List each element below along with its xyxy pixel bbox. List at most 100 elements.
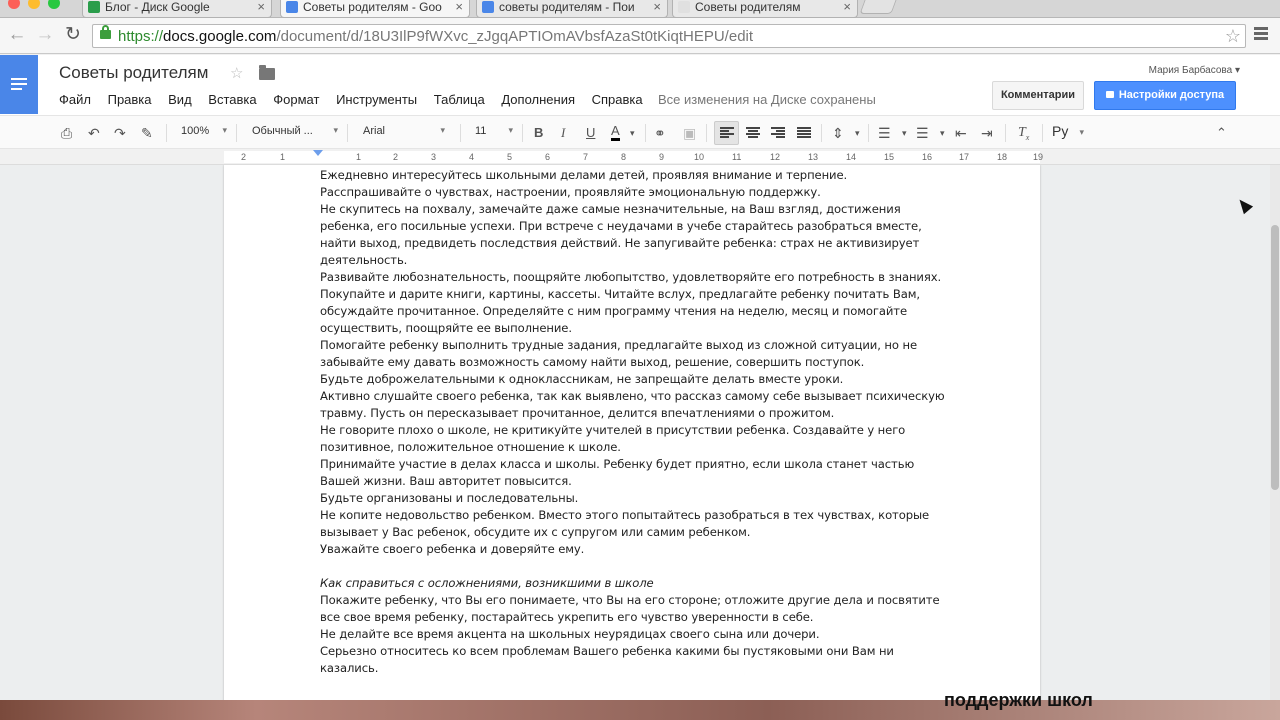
menu-format[interactable]: Формат [273, 92, 319, 107]
document-page[interactable]: Ежедневно интересуйтесь школьными делами… [224, 165, 1040, 720]
chevron-down-icon: ▾ [222, 125, 227, 135]
italic-icon[interactable]: I [561, 124, 565, 142]
paint-format-icon[interactable]: ✎ [141, 124, 153, 142]
browser-menu-icon[interactable] [1254, 27, 1268, 42]
bold-icon[interactable]: B [534, 124, 543, 142]
chevron-down-icon: ▾ [1079, 127, 1084, 137]
paragraph[interactable]: Расспрашивайте о чувствах, настроении, п… [320, 184, 950, 201]
close-tab-icon[interactable]: × [257, 0, 265, 14]
print-icon[interactable]: ⎙ [61, 124, 72, 142]
font-select[interactable]: Arial ▾ [363, 125, 445, 137]
chevron-down-icon[interactable]: ▾ [855, 124, 860, 142]
menu-tools[interactable]: Инструменты [336, 92, 417, 107]
menu-addons[interactable]: Дополнения [501, 92, 575, 107]
decrease-indent-icon[interactable]: ⇤ [955, 124, 967, 142]
font-size-select[interactable]: 11 ▾ [475, 125, 513, 137]
paragraph[interactable]: Будьте организованы и последовательны. [320, 490, 950, 507]
paragraph[interactable]: Будьте доброжелательными к одноклассника… [320, 371, 950, 388]
bulleted-list-icon[interactable]: ☰ [916, 124, 929, 142]
ruler-tick: 2 [393, 152, 399, 162]
chevron-down-icon[interactable]: ▾ [902, 124, 907, 142]
new-tab-button[interactable] [859, 0, 897, 14]
paragraph[interactable]: Помогайте ребенку выполнить трудные зада… [320, 337, 950, 371]
numbered-list-icon[interactable]: ☰ [878, 124, 891, 142]
chevron-down-icon: ▾ [440, 125, 445, 135]
share-button[interactable]: Настройки доступа [1094, 81, 1236, 110]
divider [522, 124, 523, 142]
paragraph[interactable]: Не делайте все время акцента на школьных… [320, 626, 950, 643]
paragraph[interactable]: Не копите недовольство ребенком. Вместо … [320, 507, 950, 541]
align-right-icon[interactable] [771, 127, 785, 138]
paragraph[interactable]: Развивайте любознательность, поощряйте л… [320, 269, 950, 286]
comment-icon[interactable]: ▣ [683, 124, 696, 142]
reload-icon[interactable]: ↻ [62, 24, 84, 46]
url-text[interactable]: https://docs.google.com/document/d/18U3I… [118, 28, 753, 45]
align-center-icon[interactable] [746, 127, 760, 138]
divider [347, 124, 348, 142]
paragraph[interactable]: Уважайте своего ребенка и доверяйте ему. [320, 541, 950, 558]
vertical-scrollbar[interactable] [1270, 165, 1280, 720]
menu-help[interactable]: Справка [592, 92, 643, 107]
document-body[interactable]: Ежедневно интересуйтесь школьными делами… [320, 167, 950, 677]
paragraph[interactable]: Принимайте участие в делах класса и школ… [320, 456, 950, 490]
close-tab-icon[interactable]: × [455, 0, 463, 14]
empty-line[interactable] [320, 558, 950, 575]
ruler-tick: 13 [808, 152, 819, 162]
menu-insert[interactable]: Вставка [208, 92, 256, 107]
text-color-icon[interactable]: A [611, 124, 620, 141]
style-select[interactable]: Обычный ... ▾ [252, 125, 338, 137]
clear-formatting-icon[interactable]: Tx [1018, 124, 1029, 147]
browser-tab-4[interactable]: Советы родителям × [672, 0, 858, 18]
increase-indent-icon[interactable]: ⇥ [981, 124, 993, 142]
browser-tab-1[interactable]: Блог - Диск Google × [82, 0, 272, 18]
user-account[interactable]: Мария Барбасова ▾ [1149, 65, 1240, 76]
underline-icon[interactable]: U [586, 124, 595, 142]
redo-icon[interactable]: ↷ [114, 124, 126, 142]
maximize-window-icon[interactable] [48, 0, 60, 9]
paragraph[interactable]: Не говорите плохо о школе, не критикуйте… [320, 422, 950, 456]
align-justify-icon[interactable] [797, 127, 811, 138]
paragraph[interactable]: Не скупитесь на похвалу, замечайте даже … [320, 201, 950, 269]
document-title[interactable]: Советы родителям [59, 63, 208, 83]
tab-title: Блог - Диск Google [105, 0, 210, 14]
undo-icon[interactable]: ↶ [88, 124, 100, 142]
docs-logo-icon[interactable] [0, 55, 38, 114]
menu-view[interactable]: Вид [168, 92, 192, 107]
align-left-icon[interactable] [720, 127, 734, 138]
minimize-window-icon[interactable] [28, 0, 40, 9]
ruler-tick: 1 [356, 152, 362, 162]
menu-file[interactable]: Файл [59, 92, 91, 107]
input-language-select[interactable]: Ру ▾ [1052, 123, 1084, 139]
zoom-select[interactable]: 100% ▾ [181, 125, 227, 137]
browser-tab-3[interactable]: советы родителям - Пои × [476, 0, 668, 18]
paragraph[interactable]: Активно слушайте своего ребенка, так как… [320, 388, 950, 422]
forward-arrow-icon[interactable]: → [34, 24, 56, 46]
ruler-tick: 5 [507, 152, 513, 162]
section-heading[interactable]: Как справиться с осложнениями, возникшим… [320, 575, 950, 592]
comments-button[interactable]: Комментарии [992, 81, 1084, 110]
browser-toolbar: ← → ↻ https://docs.google.com/document/d… [0, 18, 1280, 54]
chevron-down-icon[interactable]: ▾ [630, 124, 635, 142]
star-icon[interactable]: ☆ [230, 64, 243, 82]
line-spacing-icon[interactable]: ⇕ [832, 124, 844, 142]
address-bar[interactable]: https://docs.google.com/document/d/18U3I… [92, 24, 1246, 48]
ruler-tick: 16 [922, 152, 933, 162]
menu-table[interactable]: Таблица [434, 92, 485, 107]
back-arrow-icon[interactable]: ← [6, 24, 28, 46]
folder-icon[interactable] [259, 65, 275, 80]
collapse-toolbar-icon[interactable]: ⌃ [1216, 124, 1227, 142]
save-status[interactable]: Все изменения на Диске сохранены [658, 92, 876, 107]
chevron-down-icon[interactable]: ▾ [940, 124, 945, 142]
scrollbar-thumb[interactable] [1271, 225, 1279, 490]
link-icon[interactable]: ⚭ [654, 124, 666, 142]
bookmark-star-icon[interactable]: ☆ [1225, 26, 1241, 47]
browser-tab-2[interactable]: Советы родителям - Goo × [280, 0, 470, 18]
paragraph[interactable]: Покажите ребенку, что Вы его понимаете, … [320, 592, 950, 626]
close-tab-icon[interactable]: × [843, 0, 851, 14]
close-tab-icon[interactable]: × [653, 0, 661, 14]
close-window-icon[interactable] [8, 0, 20, 9]
paragraph[interactable]: Серьезно относитесь ко всем проблемам Ва… [320, 643, 950, 677]
paragraph[interactable]: Покупайте и дарите книги, картины, кассе… [320, 286, 950, 337]
menu-edit[interactable]: Правка [108, 92, 152, 107]
paragraph[interactable]: Ежедневно интересуйтесь школьными делами… [320, 167, 950, 184]
